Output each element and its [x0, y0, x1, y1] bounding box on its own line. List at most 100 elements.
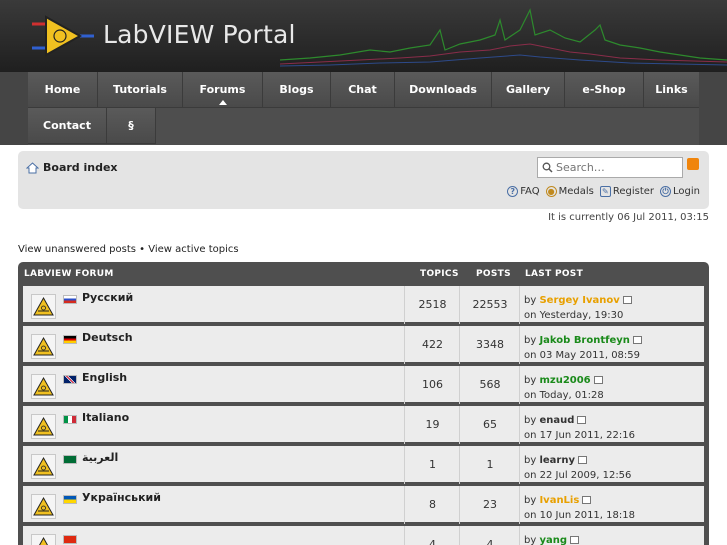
register-link[interactable]: ✎ Register: [599, 186, 654, 197]
flag-gb-icon: [63, 375, 77, 384]
nav-home[interactable]: Home: [28, 72, 98, 108]
forum-cell: Русский: [23, 286, 405, 324]
forum-read-icon: [31, 534, 56, 545]
nav-chat[interactable]: Chat: [331, 72, 395, 108]
board-index-link[interactable]: Board index: [26, 161, 118, 174]
forum-row: English 106 568 by mzu2006 on Today, 01:…: [23, 366, 704, 404]
flag-ua-icon: [63, 495, 77, 504]
view-active-link[interactable]: View active topics: [148, 244, 238, 255]
faq-link[interactable]: ? FAQ: [507, 186, 540, 197]
forum-row: Русский 2518 22553 by Sergey Ivanov on Y…: [23, 286, 704, 324]
posts-count: 1: [461, 446, 520, 484]
last-post-date: on Yesterday, 19:30: [524, 310, 624, 321]
view-latest-post-icon[interactable]: [582, 496, 592, 504]
register-icon: ✎: [599, 186, 611, 197]
labview-forum-icon: [33, 496, 54, 516]
rss-feed-icon[interactable]: [687, 158, 699, 170]
view-latest-post-icon[interactable]: [622, 296, 632, 304]
flag-ru-icon: [63, 295, 77, 304]
forum-cell: Deutsch: [23, 326, 405, 364]
flag-sa-icon: [63, 455, 77, 464]
search-input[interactable]: [556, 161, 676, 174]
board-header-bar: Board index ?FAQ ●Medals ✎Register ⏻Logi…: [18, 151, 709, 209]
last-post-line: by learny: [524, 455, 587, 466]
by-label: by: [524, 455, 537, 466]
view-latest-post-icon[interactable]: [577, 456, 587, 464]
view-links: View unanswered posts • View active topi…: [18, 244, 239, 255]
search-box[interactable]: [537, 157, 683, 178]
view-latest-post-icon[interactable]: [577, 416, 587, 424]
view-latest-post-icon[interactable]: [593, 376, 603, 384]
forum-row: Український 8 23 by IvanLis on 10 Jun 20…: [23, 486, 704, 524]
forum-name-link[interactable]: Deutsch: [82, 331, 133, 344]
last-post-author[interactable]: Sergey Ivanov: [539, 295, 619, 306]
view-latest-post-icon[interactable]: [570, 536, 579, 544]
forum-row: 4 4 by yang: [23, 526, 704, 545]
forum-cell: [23, 526, 405, 545]
nav-forums[interactable]: Forums: [183, 72, 263, 108]
forum-name-link[interactable]: Русский: [82, 291, 133, 304]
posts-count: 22553: [461, 286, 520, 324]
user-toolbar: ? FAQ ● Medals ✎ Register ⏻ Login: [507, 186, 700, 197]
last-post-cell: by mzu2006 on Today, 01:28: [521, 366, 704, 404]
last-post-cell: by enaud on 17 Jun 2011, 22:16: [521, 406, 704, 444]
posts-count: 23: [461, 486, 520, 524]
last-post-line: by mzu2006: [524, 375, 603, 386]
last-post-line: by enaud: [524, 415, 587, 426]
medal-icon: ●: [545, 186, 557, 197]
active-indicator-icon: [218, 100, 227, 105]
by-label: by: [524, 535, 537, 545]
last-post-line: by yang: [524, 535, 579, 545]
forum-row: Deutsch 422 3348 by Jakob Brontfeyn on 0…: [23, 326, 704, 364]
nav-downloads[interactable]: Downloads: [395, 72, 492, 108]
forum-read-icon: [31, 414, 56, 439]
nav-tutorials[interactable]: Tutorials: [98, 72, 183, 108]
last-post-author[interactable]: learny: [539, 455, 575, 466]
last-post-author[interactable]: IvanLis: [539, 495, 579, 506]
forum-name-link[interactable]: Український: [82, 491, 161, 504]
last-post-cell: by IvanLis on 10 Jun 2011, 18:18: [521, 486, 704, 524]
last-post-cell: by yang: [521, 526, 704, 545]
nav-gallery[interactable]: Gallery: [492, 72, 565, 108]
last-post-author[interactable]: enaud: [539, 415, 574, 426]
forum-cell: Український: [23, 486, 405, 524]
view-latest-post-icon[interactable]: [632, 336, 642, 344]
forum-row: العربية 1 1 by learny on 22 Jul 2009, 12…: [23, 446, 704, 484]
last-post-date: on 03 May 2011, 08:59: [524, 350, 641, 361]
current-time: It is currently 06 Jul 2011, 03:15: [548, 212, 709, 223]
nav-blogs[interactable]: Blogs: [263, 72, 331, 108]
search-icon: [542, 162, 553, 173]
forum-cell: العربية: [23, 446, 405, 484]
topics-count: 4: [406, 526, 460, 545]
topics-count: 1: [406, 446, 460, 484]
forum-read-icon: [31, 294, 56, 319]
last-post-date: on 10 Jun 2011, 18:18: [524, 510, 635, 521]
last-post-author[interactable]: mzu2006: [539, 375, 590, 386]
flag-de-icon: [63, 335, 77, 344]
forum-read-icon: [31, 494, 56, 519]
link-separator: •: [135, 244, 149, 255]
forum-name-link[interactable]: Italiano: [82, 411, 129, 424]
last-post-date: on 17 Jun 2011, 22:16: [524, 430, 635, 441]
labview-forum-icon: [33, 456, 54, 476]
last-post-author[interactable]: Jakob Brontfeyn: [539, 335, 629, 346]
topics-count: 2518: [406, 286, 460, 324]
header-last-post: LAST POST: [525, 269, 584, 279]
topics-count: 106: [406, 366, 460, 404]
nav-links[interactable]: Links: [644, 72, 699, 108]
forum-name-link[interactable]: English: [82, 371, 127, 384]
labview-forum-icon: [33, 336, 54, 356]
forum-name-link[interactable]: العربية: [82, 451, 118, 464]
nav-section[interactable]: §: [107, 108, 156, 144]
home-icon: [26, 161, 39, 173]
site-banner: LabVIEW Portal: [0, 0, 727, 72]
board-index-label: Board index: [43, 161, 118, 174]
login-link[interactable]: ⏻ Login: [660, 186, 700, 197]
view-unanswered-link[interactable]: View unanswered posts: [18, 244, 136, 255]
topics-count: 8: [406, 486, 460, 524]
nav-contact[interactable]: Contact: [28, 108, 107, 144]
last-post-author[interactable]: yang: [539, 535, 567, 545]
forum-table-header: LABVIEW FORUM TOPICS POSTS LAST POST: [18, 262, 709, 284]
medals-link[interactable]: ● Medals: [545, 186, 594, 197]
nav-eshop[interactable]: e-Shop: [565, 72, 644, 108]
